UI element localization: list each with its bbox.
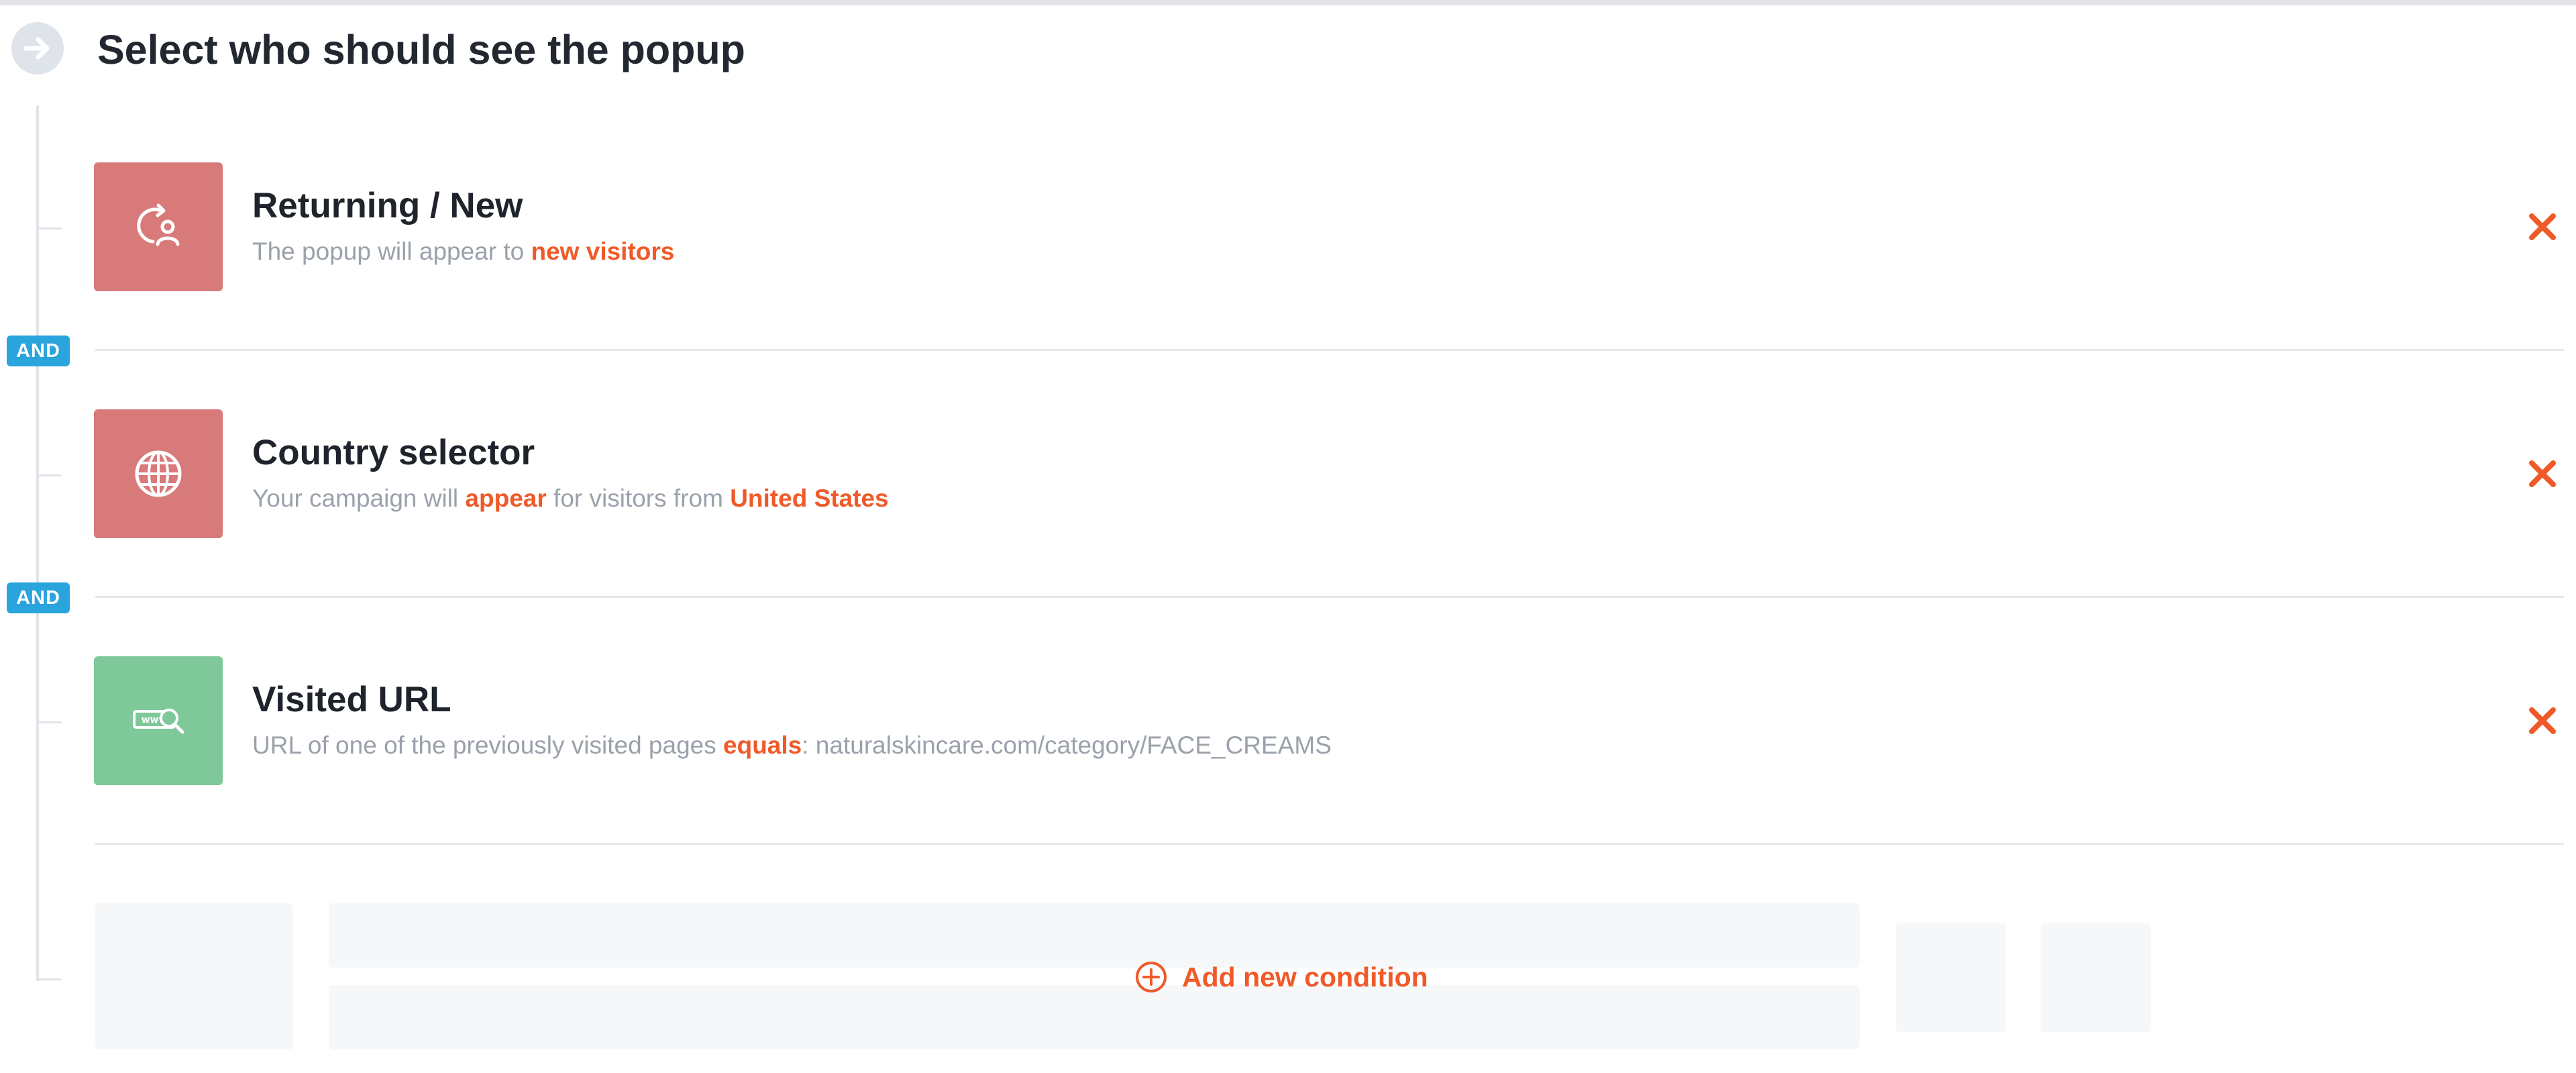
top-border	[0, 0, 2576, 5]
tree-tick	[36, 721, 62, 723]
returning-visitor-icon	[94, 162, 223, 291]
condition-tree-line	[36, 105, 39, 981]
close-icon	[2529, 707, 2556, 734]
globe-icon	[94, 409, 223, 538]
close-icon	[2529, 460, 2556, 487]
placeholder-desc	[329, 985, 1860, 1050]
page-title: Select who should see the popup	[97, 27, 745, 72]
tree-tick	[36, 227, 62, 229]
row-divider	[95, 843, 2564, 845]
placeholder-title	[329, 903, 1860, 968]
and-badge: AND	[7, 582, 70, 613]
and-badge: AND	[7, 336, 70, 366]
row-divider	[95, 349, 2564, 351]
condition-row-country-selector[interactable]: Country selector Your campaign will appe…	[94, 409, 2563, 538]
condition-title: Visited URL	[252, 680, 451, 719]
condition-row-returning-new[interactable]: Returning / New The popup will appear to…	[94, 162, 2563, 291]
www-search-icon: www	[94, 656, 223, 785]
condition-description: The popup will appear to new visitors	[252, 238, 675, 265]
condition-title: Returning / New	[252, 186, 523, 225]
arrow-right-circle-icon	[11, 22, 64, 74]
placeholder-action	[2041, 923, 2151, 1032]
condition-description: URL of one of the previously visited pag…	[252, 731, 1332, 759]
placeholder-action	[1896, 923, 2006, 1032]
tree-tick	[36, 978, 62, 980]
close-icon	[2529, 213, 2556, 240]
condition-title: Country selector	[252, 433, 535, 472]
remove-condition-button[interactable]	[2522, 454, 2563, 494]
placeholder-icon	[95, 903, 292, 1050]
plus-circle-icon	[1136, 962, 1167, 992]
condition-value-link[interactable]: United States	[730, 484, 888, 512]
remove-condition-button[interactable]	[2522, 701, 2563, 741]
remove-condition-button[interactable]	[2522, 207, 2563, 247]
condition-value-link[interactable]: new visitors	[531, 238, 675, 265]
row-divider	[95, 596, 2564, 598]
condition-value-link[interactable]: appear	[465, 484, 546, 512]
condition-value-link[interactable]: equals	[723, 731, 802, 759]
add-new-condition-button[interactable]: Add new condition	[1134, 957, 1428, 997]
condition-description: Your campaign will appear for visitors f…	[252, 484, 889, 512]
add-new-condition-label: Add new condition	[1182, 961, 1428, 992]
condition-row-visited-url[interactable]: www Visited URL URL of one of the previo…	[94, 656, 2563, 785]
tree-tick	[36, 474, 62, 476]
targeting-panel: Select who should see the popup AND AND …	[0, 0, 2576, 1073]
